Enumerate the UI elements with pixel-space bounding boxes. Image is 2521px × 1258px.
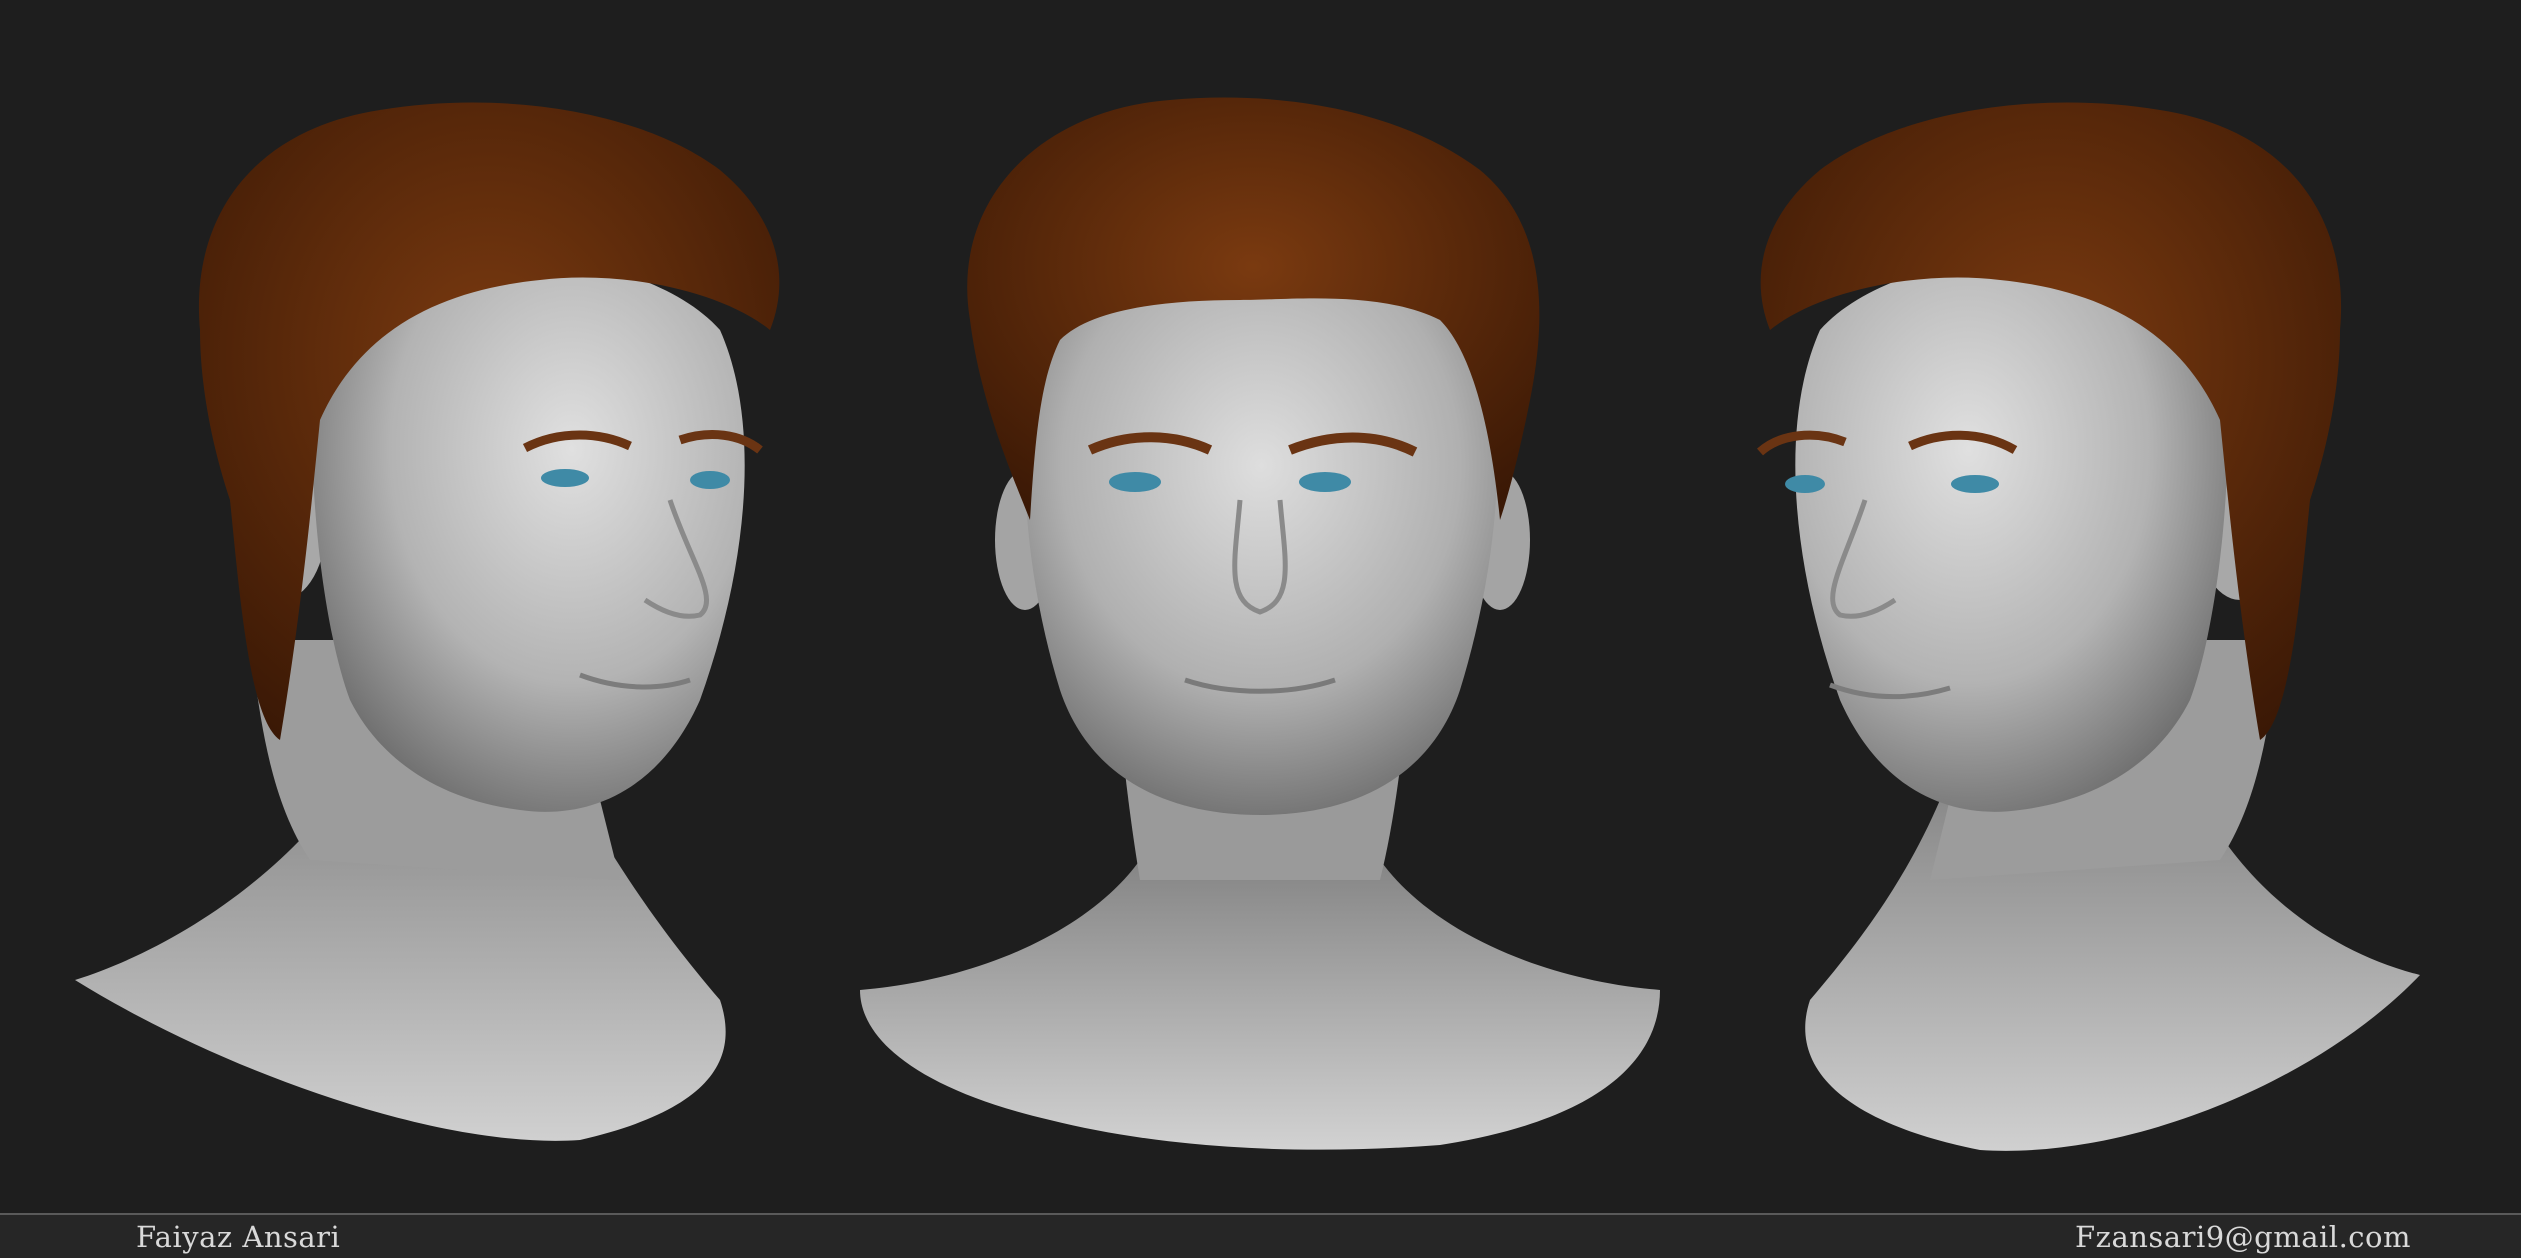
footer-bar: Faiyaz Ansari Fzansari9@gmail.com — [0, 1213, 2521, 1258]
head-front-illustration — [860, 97, 1660, 1150]
head-three-quarter-right-illustration — [1756, 102, 2420, 1151]
head-render-front — [840, 0, 1680, 1213]
render-stage — [0, 0, 2521, 1213]
author-email: Fzansari9@gmail.com — [2075, 1220, 2411, 1254]
head-render-three-quarter-left — [20, 0, 860, 1213]
head-render-three-quarter-right — [1680, 0, 2520, 1213]
head-three-quarter-left-illustration — [75, 102, 780, 1141]
author-name: Faiyaz Ansari — [136, 1220, 341, 1254]
